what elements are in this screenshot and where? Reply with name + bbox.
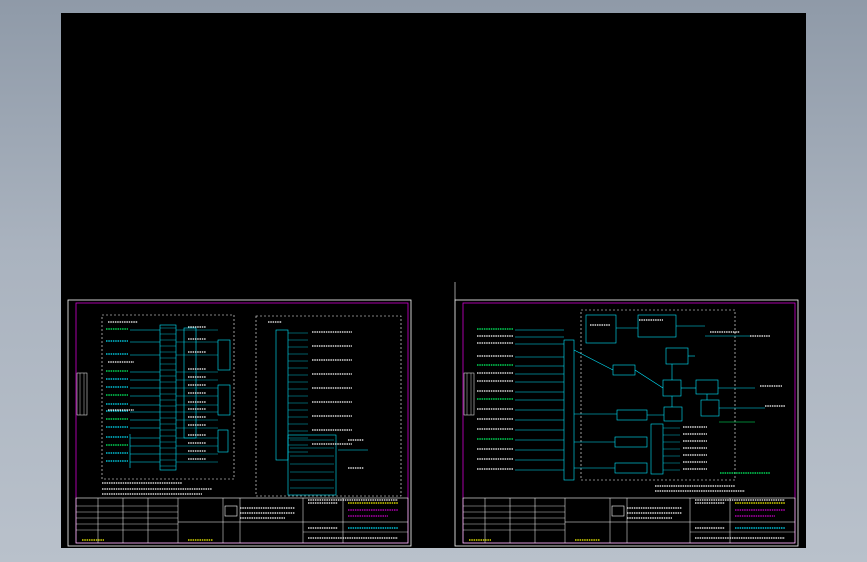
sheet-frame xyxy=(75,302,409,544)
drawing-sheet-left[interactable] xyxy=(67,299,412,547)
sheet-border xyxy=(454,299,799,547)
revision-strip xyxy=(76,372,88,416)
drawing-canvas[interactable] xyxy=(61,13,806,548)
relay-block xyxy=(217,339,231,453)
wire-line xyxy=(634,369,664,389)
wiring-right-panel xyxy=(268,321,368,489)
wiring-left-panel xyxy=(106,321,218,468)
dashed-panel-a xyxy=(101,314,235,480)
wire-line xyxy=(573,349,614,371)
dashed-panel-c xyxy=(580,309,736,481)
sheet-border xyxy=(67,299,412,547)
dashed-panel-b xyxy=(255,315,402,497)
drawing-sheet-right[interactable] xyxy=(454,282,799,547)
terminal-strip-1 xyxy=(159,324,177,471)
revision-strip xyxy=(463,372,475,416)
cad-model-space[interactable] xyxy=(61,13,806,548)
drawing-notes xyxy=(655,472,770,492)
terminal-strip-2 xyxy=(183,327,197,439)
drawing-notes xyxy=(102,482,212,495)
sheet-frame xyxy=(462,302,796,544)
title-block xyxy=(75,497,409,544)
company-logo xyxy=(224,505,238,517)
company-logo xyxy=(611,505,625,517)
wiring-schematic xyxy=(477,319,785,471)
title-block xyxy=(462,497,796,544)
terminal-strip-3 xyxy=(275,329,337,496)
